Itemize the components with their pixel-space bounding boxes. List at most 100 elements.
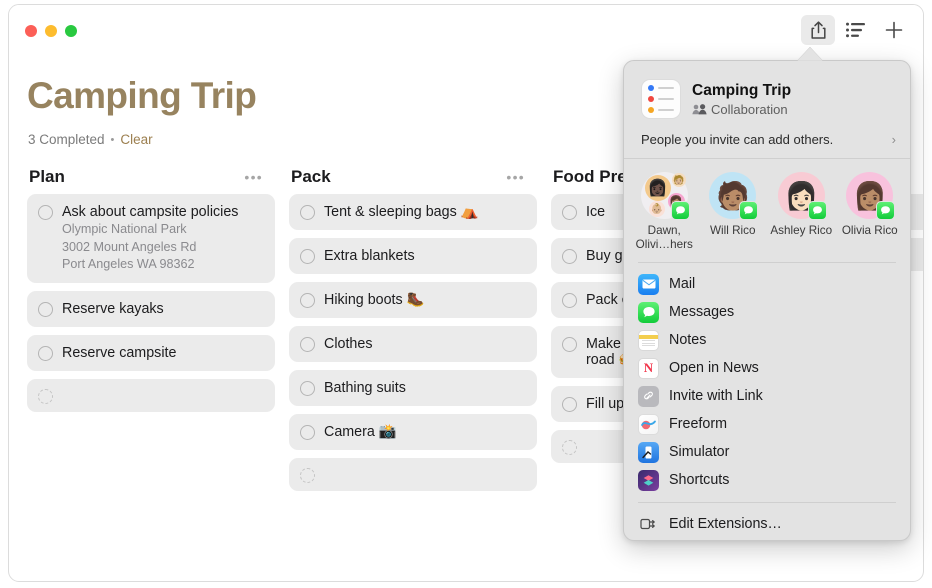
new-reminder-row[interactable] bbox=[289, 458, 537, 491]
menu-item-label: Notes bbox=[669, 332, 707, 348]
people-icon bbox=[692, 103, 707, 114]
collaboration-label: Collaboration bbox=[711, 101, 788, 117]
reminder-title: Bathing suits bbox=[324, 380, 406, 396]
reminder-title: Camera 📸 bbox=[324, 424, 397, 440]
menu-divider bbox=[638, 502, 896, 503]
reminder-item[interactable]: Hiking boots 🥾 bbox=[289, 282, 537, 318]
reminder-title: Clothes bbox=[324, 336, 373, 352]
complete-checkbox[interactable] bbox=[300, 381, 315, 396]
complete-checkbox[interactable] bbox=[300, 337, 315, 352]
column-menu-button[interactable]: ••• bbox=[506, 170, 525, 184]
complete-checkbox[interactable] bbox=[300, 293, 315, 308]
collaboration-status: Collaboration bbox=[692, 102, 791, 117]
list-view-icon bbox=[846, 22, 865, 38]
list-view-button[interactable] bbox=[839, 15, 873, 45]
column-plan: Plan ••• Ask about campsite policies Oly… bbox=[27, 160, 275, 420]
menu-item-simulator[interactable]: Simulator bbox=[624, 438, 910, 466]
messages-badge-icon bbox=[670, 201, 690, 220]
participant[interactable]: 👩🏿 🧑🏼 👶🏼 👩🏽 Dawn, Olivi…hers bbox=[630, 172, 699, 251]
popover-list-name: Camping Trip bbox=[692, 81, 792, 99]
close-window-button[interactable] bbox=[25, 25, 37, 37]
extensions-icon bbox=[638, 514, 659, 535]
reminder-item[interactable]: Ask about campsite policies Olympic Nati… bbox=[27, 194, 275, 283]
menu-item-label: Shortcuts bbox=[669, 472, 730, 488]
reminder-title: Reserve campsite bbox=[62, 344, 177, 361]
complete-checkbox[interactable] bbox=[562, 205, 577, 220]
reminder-note-line: Olympic National Park bbox=[62, 222, 187, 236]
participant-name: Will Rico bbox=[710, 224, 756, 237]
freeform-icon bbox=[638, 413, 659, 435]
participants-list: 👩🏿 🧑🏼 👶🏼 👩🏽 Dawn, Olivi…hers 🧑🏽 bbox=[624, 159, 910, 251]
menu-item-label: Invite with Link bbox=[669, 388, 763, 404]
status-separator: • bbox=[110, 133, 115, 146]
permission-row[interactable]: People you invite can add others. › bbox=[624, 132, 910, 159]
messages-icon bbox=[638, 301, 659, 323]
complete-checkbox[interactable] bbox=[300, 205, 315, 220]
share-button[interactable] bbox=[801, 15, 835, 45]
menu-item-shortcuts[interactable]: Shortcuts bbox=[624, 466, 910, 494]
menu-item-open-in-news[interactable]: N Open in News bbox=[624, 354, 910, 382]
simulator-icon bbox=[638, 441, 659, 463]
plus-icon bbox=[885, 21, 903, 39]
messages-badge-icon bbox=[876, 201, 896, 220]
menu-item-messages[interactable]: Messages bbox=[624, 298, 910, 326]
complete-checkbox[interactable] bbox=[38, 388, 53, 404]
menu-item-invite-with-link[interactable]: Invite with Link bbox=[624, 382, 910, 410]
menu-item-edit-extensions[interactable]: Edit Extensions… bbox=[624, 510, 910, 538]
column-header: Plan ••• bbox=[27, 160, 275, 194]
participant-name: Ashley Rico bbox=[770, 224, 833, 237]
reminder-title: Tent & sleeping bags ⛺ bbox=[324, 204, 479, 220]
reminder-item[interactable]: Extra blankets bbox=[289, 238, 537, 274]
participant[interactable]: 👩🏻 Ashley Rico bbox=[767, 172, 836, 251]
reminder-item[interactable]: Bathing suits bbox=[289, 370, 537, 406]
complete-checkbox[interactable] bbox=[562, 249, 577, 264]
traffic-lights bbox=[25, 25, 77, 37]
popover-header: Camping Trip Collaboration bbox=[624, 61, 910, 119]
completion-status-bar: 3 Completed • Clear bbox=[28, 132, 153, 147]
column-pack: Pack ••• Tent & sleeping bags ⛺ Extra bl… bbox=[289, 160, 537, 499]
complete-checkbox[interactable] bbox=[562, 293, 577, 308]
reminder-item[interactable]: Reserve campsite bbox=[27, 334, 275, 371]
link-icon bbox=[638, 385, 659, 407]
complete-checkbox[interactable] bbox=[38, 345, 53, 361]
page-title: Camping Trip bbox=[27, 75, 257, 116]
menu-item-freeform[interactable]: Freeform bbox=[624, 410, 910, 438]
menu-item-mail[interactable]: Mail bbox=[624, 270, 910, 298]
share-popover: Camping Trip Collaboration People you in… bbox=[623, 60, 911, 541]
reminder-title: Ice bbox=[586, 204, 606, 220]
notes-icon bbox=[638, 329, 659, 351]
complete-checkbox[interactable] bbox=[38, 301, 53, 317]
clear-completed-link[interactable]: Clear bbox=[120, 132, 152, 147]
add-reminder-button[interactable] bbox=[877, 15, 911, 45]
minimize-window-button[interactable] bbox=[45, 25, 57, 37]
participant[interactable]: 🧑🏽 Will Rico bbox=[699, 172, 768, 251]
reminder-item[interactable]: Camera 📸 bbox=[289, 414, 537, 450]
zoom-window-button[interactable] bbox=[65, 25, 77, 37]
complete-checkbox[interactable] bbox=[300, 468, 315, 483]
window-titlebar bbox=[9, 5, 923, 53]
reminder-item[interactable]: Clothes bbox=[289, 326, 537, 362]
complete-checkbox[interactable] bbox=[562, 397, 577, 412]
participant[interactable]: 👩🏽 Olivia Rico bbox=[836, 172, 905, 251]
share-icon bbox=[810, 20, 826, 39]
menu-item-label: Open in News bbox=[669, 360, 759, 376]
complete-checkbox[interactable] bbox=[562, 337, 577, 352]
reminder-note-line: Port Angeles WA 98362 bbox=[62, 257, 195, 271]
menu-item-notes[interactable]: Notes bbox=[624, 326, 910, 354]
share-menu: Mail Messages Notes N Open in News Invit… bbox=[624, 263, 910, 538]
reminder-title: Hiking boots 🥾 bbox=[324, 292, 425, 308]
reminder-item[interactable]: Reserve kayaks bbox=[27, 290, 275, 327]
screen: Camping Trip 3 Completed • Clear Plan ••… bbox=[0, 0, 932, 588]
complete-checkbox[interactable] bbox=[38, 205, 53, 220]
complete-checkbox[interactable] bbox=[300, 425, 315, 440]
column-menu-button[interactable]: ••• bbox=[244, 170, 263, 184]
new-reminder-row[interactable] bbox=[27, 378, 275, 412]
messages-badge-icon bbox=[739, 201, 759, 220]
complete-checkbox[interactable] bbox=[300, 249, 315, 264]
chevron-right-icon: › bbox=[891, 132, 896, 147]
reminder-title: Reserve kayaks bbox=[62, 300, 164, 317]
reminders-list-icon bbox=[641, 79, 681, 119]
reminder-item[interactable]: Tent & sleeping bags ⛺ bbox=[289, 194, 537, 230]
news-icon: N bbox=[638, 357, 659, 379]
complete-checkbox[interactable] bbox=[562, 440, 577, 455]
